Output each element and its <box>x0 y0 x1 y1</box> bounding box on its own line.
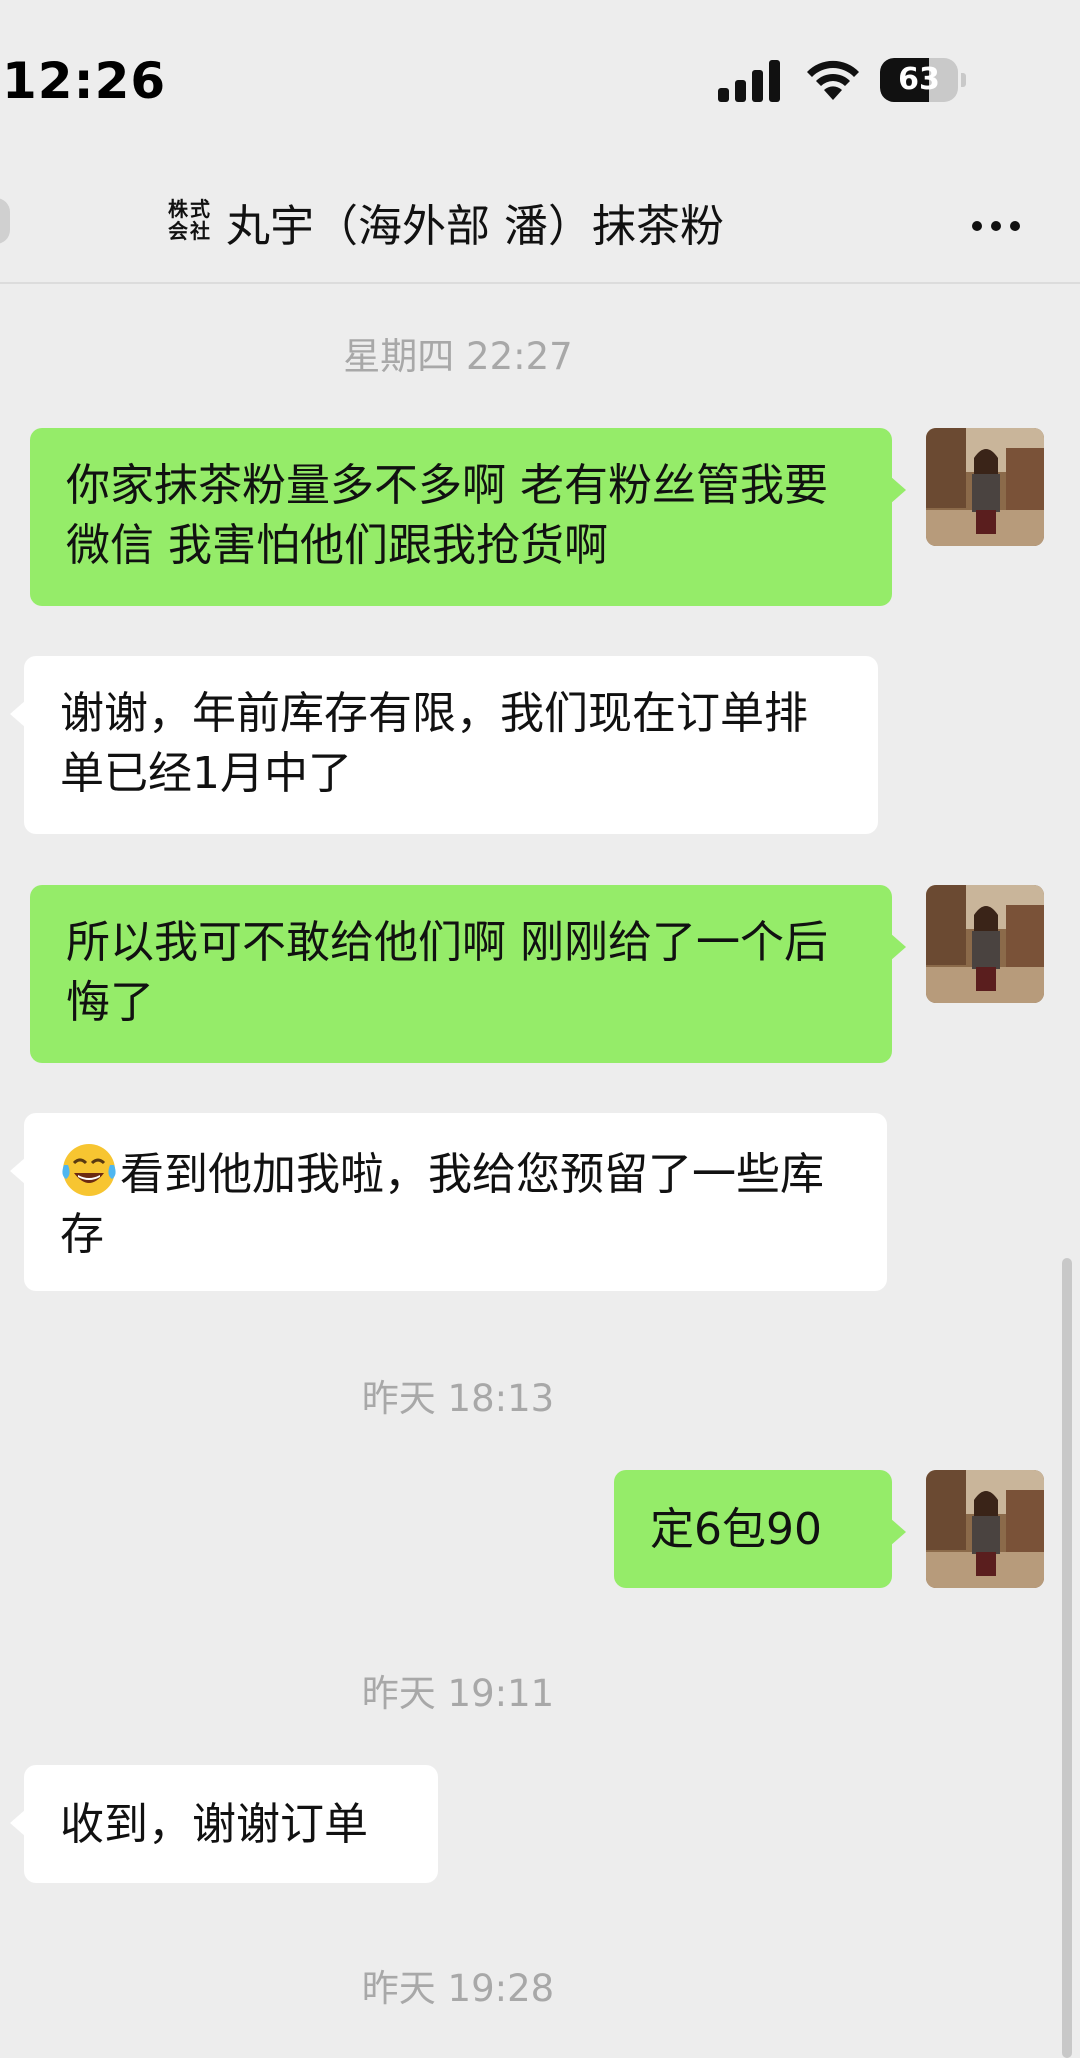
more-options-icon[interactable] <box>966 210 1026 242</box>
received-message-bubble[interactable]: 看到他加我啦，我给您预留了一些库存 <box>10 1113 887 1291</box>
status-bar: 12:26 63 <box>0 0 1080 170</box>
my-avatar[interactable] <box>926 428 1044 546</box>
battery-percentage: 63 <box>898 62 940 97</box>
received-message-bubble[interactable]: 收到，谢谢订单 <box>10 1765 438 1883</box>
sent-message-bubble[interactable]: 你家抹茶粉量多不多啊 老有粉丝管我要微信 我害怕他们跟我抢货啊 <box>30 428 906 606</box>
chat-title[interactable]: 丸宇（海外部 潘）抹茶粉 <box>226 190 724 254</box>
message-timestamp: 昨天 19:28 <box>361 1967 555 2010</box>
company-badge: 株式 会社 <box>168 197 212 243</box>
my-avatar[interactable] <box>926 1470 1044 1588</box>
back-button[interactable] <box>0 198 10 244</box>
cellular-signal-icon <box>718 60 780 102</box>
face-with-tears-of-joy-icon <box>62 1144 116 1196</box>
chat-header: 株式 会社 丸宇（海外部 潘）抹茶粉 <box>0 170 1080 284</box>
message-timestamp: 星期四 22:27 <box>343 335 573 378</box>
received-message-text: 看到他加我啦，我给您预留了一些库存 <box>60 1149 824 1260</box>
sent-message-bubble[interactable]: 定6包90 <box>614 1470 906 1588</box>
battery-icon: 63 <box>880 58 966 104</box>
my-avatar[interactable] <box>926 885 1044 1003</box>
chat-scrollbar[interactable] <box>1062 1258 1072 2058</box>
status-time: 12:26 <box>2 52 167 110</box>
message-timestamp: 昨天 18:13 <box>361 1377 555 1420</box>
message-timestamp: 昨天 19:11 <box>361 1672 555 1715</box>
wifi-icon <box>807 60 859 100</box>
sent-message-bubble[interactable]: 所以我可不敢给他们啊 刚刚给了一个后悔了 <box>30 885 906 1063</box>
received-message-bubble[interactable]: 谢谢，年前库存有限，我们现在订单排单已经1月中了 <box>10 656 878 834</box>
